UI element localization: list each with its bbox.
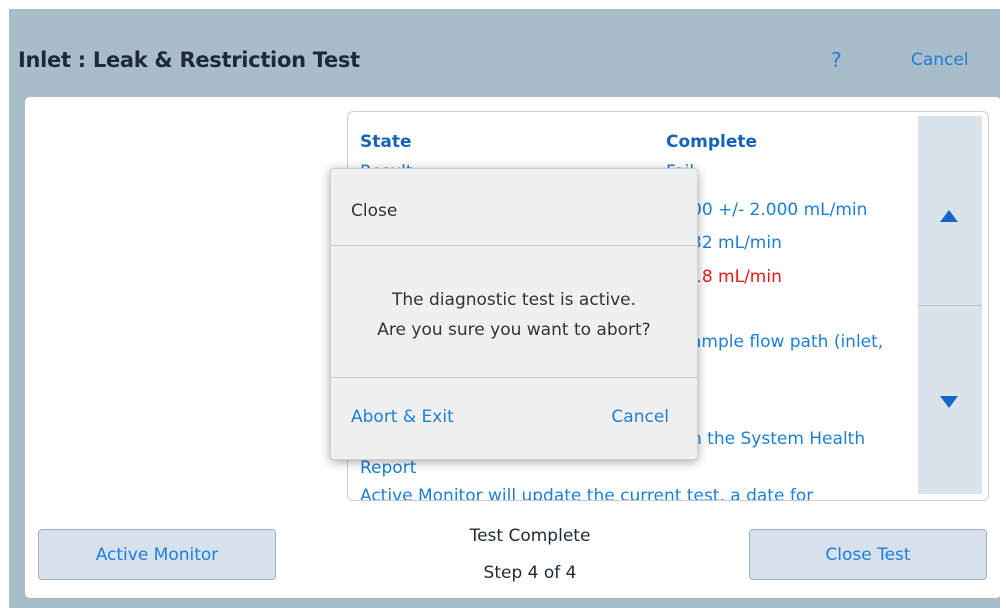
dialog-divider-bottom [331, 377, 697, 378]
active-monitor-label: Active Monitor [95, 544, 219, 565]
abort-exit-button[interactable]: Abort & Exit [351, 407, 454, 427]
dialog-message-line2: Are you sure you want to abort? [377, 320, 651, 340]
report-text-continued: Report [360, 458, 417, 478]
recommendation-text: ample flow path (inlet, [691, 332, 884, 352]
column-header-state: State [360, 132, 412, 152]
column-header-complete: Complete [666, 132, 758, 152]
dialog-message: The diagnostic test is active. Are you s… [331, 285, 697, 345]
dialog-cancel-button[interactable]: Cancel [611, 407, 669, 427]
leak-value: 18 mL/min [691, 267, 782, 287]
page-title: Inlet : Leak & Restriction Test [18, 48, 360, 72]
active-monitor-note: Active Monitor will update the current t… [360, 486, 814, 500]
dialog-title: Close [351, 201, 398, 221]
scroll-divider [918, 305, 982, 306]
status-step: Step 4 of 4 [483, 563, 577, 583]
close-test-label: Close Test [825, 544, 911, 565]
status-title: Test Complete [469, 526, 591, 546]
report-text: n the System Health [691, 429, 866, 449]
scrollbar[interactable] [918, 116, 982, 494]
dialog-divider-top [331, 245, 697, 246]
scroll-up-icon[interactable] [940, 210, 958, 222]
abort-dialog: Close The diagnostic test is active. Are… [330, 168, 698, 460]
close-test-button[interactable]: Close Test [749, 529, 987, 580]
scroll-down-icon[interactable] [940, 396, 958, 408]
measured-value: 32 mL/min [691, 233, 782, 253]
spec-value: 00 +/- 2.000 mL/min [691, 200, 868, 220]
active-monitor-button[interactable]: Active Monitor [38, 529, 276, 580]
header-cancel-button[interactable]: Cancel [911, 50, 969, 70]
dialog-message-line1: The diagnostic test is active. [391, 290, 637, 310]
help-button[interactable]: ? [831, 48, 842, 72]
